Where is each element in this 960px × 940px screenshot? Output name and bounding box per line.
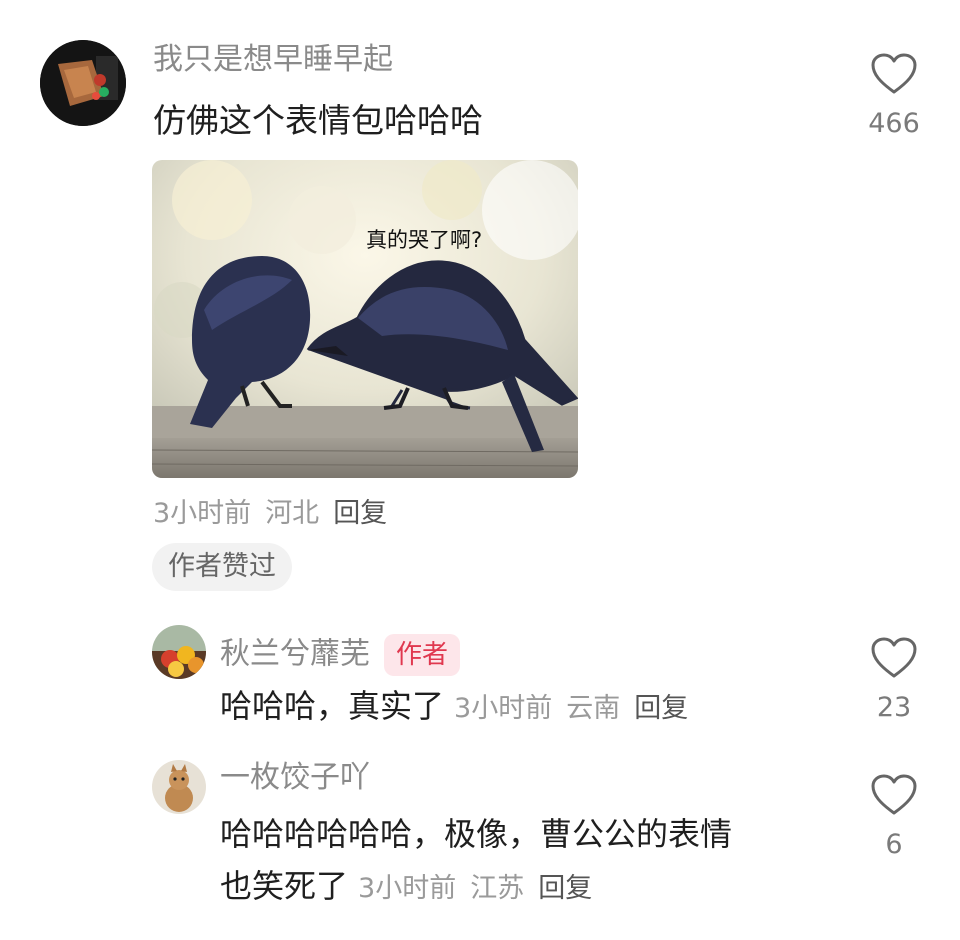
reply-username: 秋兰兮蘼芜 作者 [220,634,461,676]
avatar-image [152,625,206,679]
avatar-image [40,40,126,126]
reply-username-text[interactable]: 秋兰兮蘼芜 [220,637,370,672]
meme-caption: 真的哭了啊? [366,228,483,252]
reply-avatar[interactable] [152,760,206,814]
reply-time: 3小时前 [454,693,553,724]
comment-meta: 3小时前 河北 回复 [153,500,387,527]
reply-text: 也笑死了 [220,867,349,905]
reply-text: 哈哈哈，真实了 [220,687,445,725]
avatar[interactable] [40,40,126,126]
reply-location: 云南 [566,693,621,724]
comment-text: 仿佛这个表情包哈哈哈 [153,101,483,140]
heart-outline-icon[interactable] [870,52,918,96]
reply-button[interactable]: 回复 [634,693,688,724]
reply-button[interactable]: 回复 [333,498,387,529]
reply-location: 江苏 [470,873,525,904]
reply-time: 3小时前 [358,873,457,904]
like-count: 23 [876,692,912,723]
comment-time: 3小时前 [153,498,252,529]
like-count: 466 [868,108,920,139]
comment-username[interactable]: 我只是想早睡早起 [153,45,393,75]
reply-button[interactable]: 回复 [538,873,592,904]
reply-avatar[interactable] [152,625,206,679]
reply-like-button[interactable]: 6 [854,773,934,858]
comment-location: 河北 [265,498,320,529]
heart-outline-icon[interactable] [870,636,918,680]
author-liked-tag: 作者赞过 [152,543,292,591]
like-count: 6 [885,829,903,860]
crows-meme-picture [152,160,578,478]
reply-text-line: 哈哈哈，真实了 3小时前 云南 回复 [220,690,688,722]
meme-image[interactable]: 真的哭了啊? [152,160,578,478]
reply-username[interactable]: 一枚饺子吖 [220,763,370,793]
reply-text-line-1: 哈哈哈哈哈哈，极像，曹公公的表情 [220,815,733,853]
reply-text-line-2: 也笑死了 3小时前 江苏 回复 [220,870,592,902]
author-badge: 作者 [384,634,461,676]
avatar-image [152,760,206,814]
heart-outline-icon[interactable] [870,773,918,817]
reply-like-button[interactable]: 23 [854,636,934,721]
like-button[interactable]: 466 [854,52,934,137]
